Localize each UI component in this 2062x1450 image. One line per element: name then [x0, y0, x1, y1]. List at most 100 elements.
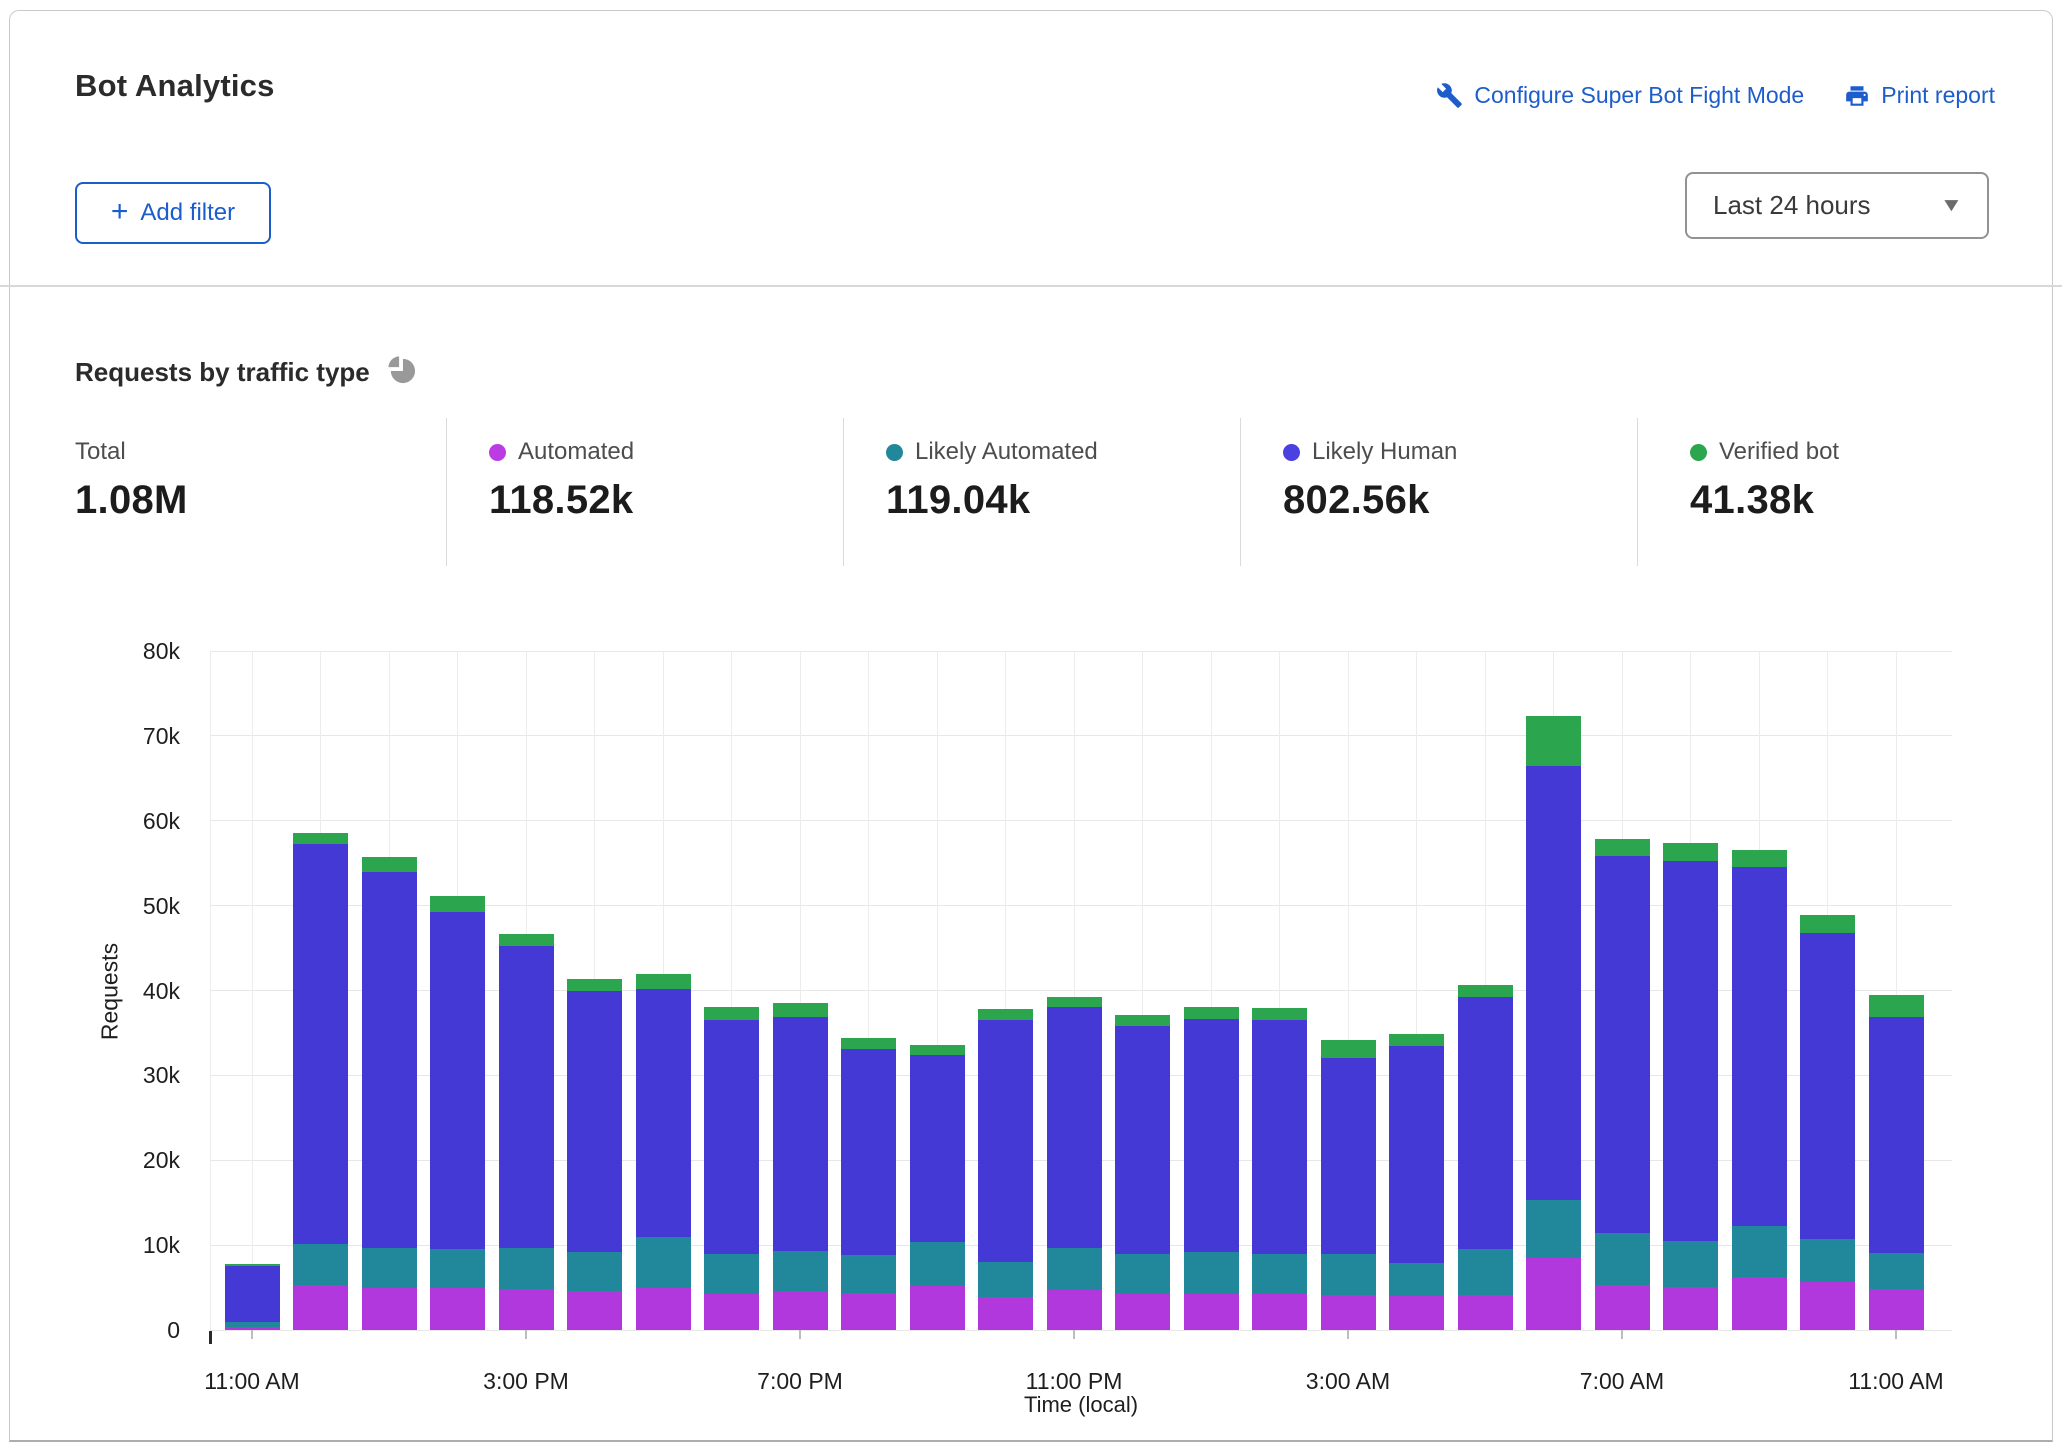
bar-segment-likely-automated [1595, 1233, 1650, 1285]
y-axis-tick-label: 10k [80, 1232, 180, 1259]
bar-9-8-00-pm[interactable] [841, 1038, 896, 1330]
bar-segment-likely-automated [1458, 1249, 1513, 1295]
bar-8-7-00-pm[interactable] [773, 1003, 828, 1330]
bar-13-12-00-am[interactable] [1115, 1015, 1170, 1330]
bar-segment-likely-automated [841, 1255, 896, 1292]
bar-12-11-00-pm[interactable] [1047, 997, 1102, 1330]
bot-analytics-page: Bot Analytics Configure Super Bot Fight … [0, 0, 2062, 1450]
bar-6-5-00-pm[interactable] [636, 974, 691, 1330]
x-axis-tick-label: 7:00 AM [1542, 1368, 1702, 1395]
stat-likely-human[interactable]: Likely Human 802.56k [1283, 438, 1457, 523]
configure-super-bot-fight-mode-link[interactable]: Configure Super Bot Fight Mode [1436, 82, 1804, 109]
time-range-dropdown[interactable]: Last 24 hours ▼ [1685, 172, 1989, 239]
bar-19-6-00-am[interactable] [1526, 716, 1581, 1330]
bar-segment-automated [978, 1297, 1033, 1330]
bar-2-1-00-pm[interactable] [362, 857, 417, 1330]
bar-segment-verified-bot [1252, 1008, 1307, 1020]
bar-segment-likely-automated [1047, 1248, 1102, 1290]
bar-segment-verified-bot [362, 857, 417, 871]
bar-segment-verified-bot [1869, 995, 1924, 1017]
stat-divider [446, 418, 447, 566]
bar-segment-verified-bot [1184, 1007, 1239, 1018]
bar-11-10-00-pm[interactable] [978, 1009, 1033, 1330]
bar-10-9-00-pm[interactable] [910, 1045, 965, 1330]
bar-21-8-00-am[interactable] [1663, 843, 1718, 1330]
bar-17-4-00-am[interactable] [1389, 1034, 1444, 1330]
stat-value: 802.56k [1283, 478, 1457, 523]
bar-segment-likely-human [910, 1055, 965, 1242]
bar-segment-automated [1321, 1295, 1376, 1330]
bar-segment-verified-bot [910, 1045, 965, 1055]
bar-segment-likely-human [1458, 997, 1513, 1249]
bar-7-6-00-pm[interactable] [704, 1007, 759, 1330]
bar-segment-likely-automated [704, 1254, 759, 1294]
bar-14-1-00-am[interactable] [1184, 1007, 1239, 1330]
bar-1-12-00-pm[interactable] [293, 833, 348, 1330]
bar-segment-likely-automated [636, 1237, 691, 1287]
wrench-icon [1436, 82, 1463, 109]
bar-23-10-00-am[interactable] [1800, 915, 1855, 1330]
bar-3-2-00-pm[interactable] [430, 896, 485, 1330]
bar-5-4-00-pm[interactable] [567, 979, 622, 1330]
add-filter-button[interactable]: + Add filter [75, 182, 271, 244]
stat-likely-automated[interactable]: Likely Automated119.04k [886, 438, 1098, 523]
stat-divider [843, 418, 844, 566]
stat-label: Automated [518, 438, 634, 466]
bar-segment-verified-bot [636, 974, 691, 988]
x-axis-tick [1895, 1330, 1897, 1339]
bar-segment-likely-automated [499, 1248, 554, 1290]
bar-segment-likely-human [1526, 766, 1581, 1201]
bar-segment-likely-automated [1732, 1226, 1787, 1276]
bar-segment-likely-human [773, 1017, 828, 1251]
bar-22-9-00-am[interactable] [1732, 850, 1787, 1330]
bar-18-5-00-am[interactable] [1458, 985, 1513, 1330]
x-axis-tick [1621, 1330, 1623, 1339]
stat-label: Verified bot [1719, 438, 1839, 466]
x-axis-tick-label: 3:00 PM [446, 1368, 606, 1395]
bar-segment-likely-human [567, 991, 622, 1252]
bar-20-7-00-am[interactable] [1595, 839, 1650, 1330]
bar-segment-automated [1115, 1294, 1170, 1330]
bar-segment-verified-bot [567, 979, 622, 992]
origin-tick [209, 1331, 212, 1344]
bar-segment-automated [1732, 1277, 1787, 1330]
print-report-link[interactable]: Print report [1844, 82, 1995, 109]
plot-left-boundary [210, 651, 211, 1330]
configure-link-label: Configure Super Bot Fight Mode [1474, 82, 1804, 109]
stat-value: 118.52k [489, 478, 634, 523]
bar-segment-likely-automated [362, 1248, 417, 1288]
stat-verified-bot[interactable]: Verified bot41.38k [1690, 438, 1839, 523]
stat-value: 1.08M [75, 478, 188, 523]
x-axis-tick-label: 11:00 AM [172, 1368, 332, 1395]
stat-label: Likely Human [1312, 438, 1457, 466]
bar-segment-automated [910, 1286, 965, 1330]
bar-segment-verified-bot [293, 833, 348, 844]
bar-segment-likely-automated [1389, 1263, 1444, 1296]
section-heading: Requests by traffic type [75, 354, 417, 390]
bar-segment-automated [430, 1288, 485, 1330]
bar-segment-automated [1869, 1289, 1924, 1330]
bar-4-3-00-pm[interactable] [499, 934, 554, 1330]
y-axis-tick-label: 30k [80, 1062, 180, 1089]
bar-16-3-00-am[interactable] [1321, 1040, 1376, 1330]
bar-24-11-00-am[interactable] [1869, 995, 1924, 1330]
bar-15-2-00-am[interactable] [1252, 1008, 1307, 1330]
bar-segment-verified-bot [773, 1003, 828, 1017]
x-axis-title: Time (local) [931, 1392, 1231, 1418]
chevron-down-icon: ▼ [1940, 195, 1964, 217]
legend-dot-likely-automated [886, 444, 903, 461]
bar-segment-likely-automated [1663, 1241, 1718, 1287]
bar-segment-automated [293, 1285, 348, 1330]
bar-segment-likely-automated [1869, 1253, 1924, 1289]
bar-segment-likely-human [1869, 1017, 1924, 1253]
bar-segment-likely-human [1732, 867, 1787, 1227]
bar-segment-verified-bot [1800, 915, 1855, 933]
bar-segment-automated [1458, 1295, 1513, 1330]
bar-0-11-00-am[interactable] [225, 1264, 280, 1330]
bar-segment-verified-bot [1321, 1040, 1376, 1058]
stat-automated[interactable]: Automated 118.52k [489, 438, 634, 523]
stat-label: Likely Automated [915, 438, 1098, 466]
bar-segment-likely-automated [1115, 1254, 1170, 1294]
bar-segment-verified-bot [1732, 850, 1787, 866]
bar-segment-automated [567, 1291, 622, 1330]
